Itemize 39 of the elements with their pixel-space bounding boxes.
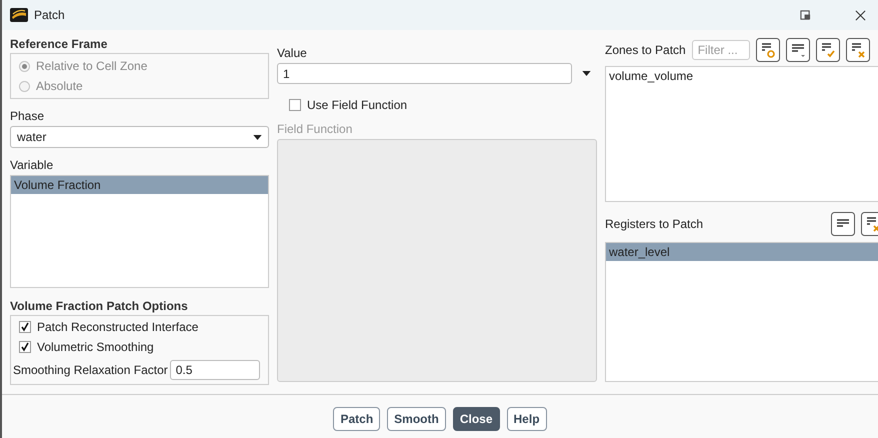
field-label: Registers to Patch [605, 217, 704, 231]
checkbox[interactable] [19, 341, 31, 353]
dialog-button[interactable]: Help [506, 407, 547, 431]
checkbox-label: Use Field Function [307, 98, 408, 112]
list-menu-icon[interactable] [786, 38, 810, 62]
field-label: Value [277, 46, 308, 60]
field-label: Zones to Patch [605, 43, 686, 57]
caret-icon[interactable] [582, 71, 591, 76]
close-icon[interactable] [855, 10, 866, 20]
list-icon[interactable] [831, 212, 855, 236]
deselect-all-icon[interactable] [861, 212, 878, 236]
phase-dropdown[interactable]: water [10, 126, 269, 148]
section-title: Volume Fraction Patch Options [10, 299, 189, 313]
checkbox-label: Volumetric Smoothing [37, 340, 154, 354]
select-all-icon[interactable] [816, 38, 840, 62]
checkbox[interactable] [19, 321, 31, 333]
dialog-button[interactable]: Patch [333, 407, 380, 431]
deselect-all-icon[interactable] [846, 38, 870, 62]
radio-option: Relative to Cell Zone [19, 58, 260, 74]
radio-option: Absolute [19, 78, 260, 94]
window-title: Patch [34, 8, 65, 22]
list-item[interactable]: water_level [606, 243, 878, 261]
dock-icon[interactable] [800, 10, 811, 20]
value-input[interactable]: 1 [277, 63, 572, 84]
list-item[interactable]: volume_volume [606, 67, 878, 85]
factor-input[interactable]: 0.5 [170, 360, 260, 380]
list-item[interactable]: Volume Fraction [11, 176, 268, 194]
checkbox[interactable] [289, 99, 301, 111]
app-logo-icon [10, 8, 28, 22]
dialog-button[interactable]: Close [452, 407, 500, 431]
select-list-icon[interactable] [756, 38, 780, 62]
section-title: Reference Frame [10, 37, 108, 51]
caret-icon [253, 134, 262, 140]
field-label: Phase [10, 109, 46, 123]
dialog-button[interactable]: Smooth [387, 407, 446, 431]
checkbox-label: Patch Reconstructed Interface [37, 320, 198, 334]
field-label: Variable [10, 158, 54, 172]
field-label: Smoothing Relaxation Factor [13, 363, 168, 377]
field-label: Field Function [277, 122, 354, 136]
